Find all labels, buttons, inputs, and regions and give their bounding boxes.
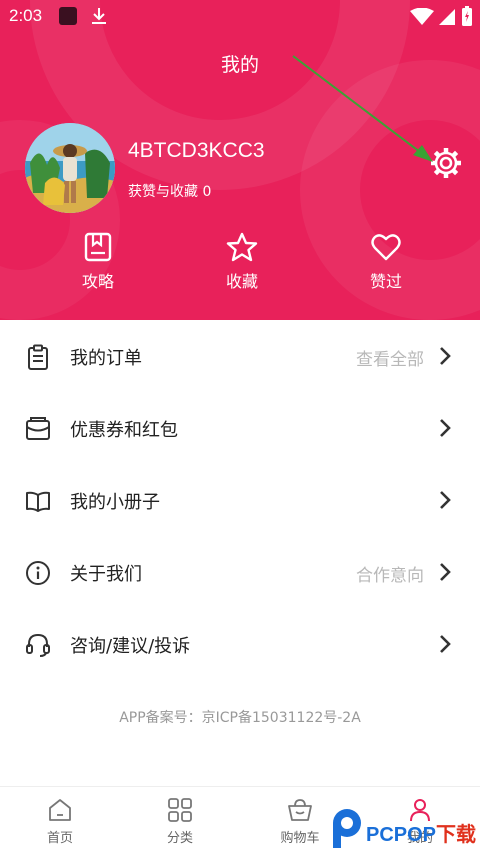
order-clipboard-icon	[28, 344, 48, 370]
tab-categories[interactable]: 分类	[120, 797, 240, 846]
menu-item-orders[interactable]: 我的订单 查看全部	[0, 320, 480, 392]
info-icon	[26, 561, 50, 585]
chevron-right-icon	[440, 491, 451, 509]
home-icon	[49, 799, 71, 821]
tab-label: 首页	[46, 831, 73, 846]
menu-item-feedback[interactable]: 咨询/建议/投诉	[0, 608, 480, 680]
open-book-icon	[26, 491, 50, 512]
menu-item-label: 我的订单	[70, 348, 142, 369]
watermark-download-text: 下载	[436, 824, 477, 846]
menu-item-coupons[interactable]: 优惠券和红包	[0, 392, 480, 464]
grid-icon	[168, 798, 192, 822]
chevron-right-icon	[440, 635, 451, 653]
annotation-arrow	[292, 55, 433, 162]
menu-item-booklets[interactable]: 我的小册子	[0, 464, 480, 536]
menu-item-label: 咨询/建议/投诉	[70, 636, 191, 657]
menu-item-label: 我的小册子	[70, 492, 160, 513]
basket-icon	[288, 799, 312, 821]
tab-label: 分类	[166, 831, 193, 846]
menu-item-label: 关于我们	[70, 564, 142, 585]
tab-home[interactable]: 首页	[0, 797, 120, 846]
watermark-p-icon	[333, 809, 361, 848]
icp-filing-number: APP备案号：京ICP备15031122号-2A	[119, 710, 361, 726]
watermark-logo: PCPOP下载	[330, 806, 480, 851]
headset-icon	[26, 633, 50, 657]
watermark-text: PCPOP	[366, 824, 437, 846]
menu-list: 我的订单 查看全部 优惠券和红包 我的小册子 关于我们 合作意向 咨询/建议/投…	[0, 320, 480, 680]
chevron-right-icon	[440, 563, 451, 581]
chevron-right-icon	[440, 347, 451, 365]
coupon-envelope-icon	[26, 417, 50, 440]
chevron-right-icon	[440, 419, 451, 437]
cooperation-link[interactable]: 合作意向	[356, 561, 424, 586]
menu-item-label: 优惠券和红包	[70, 420, 178, 441]
menu-item-about-us[interactable]: 关于我们 合作意向	[0, 536, 480, 608]
view-all-link[interactable]: 查看全部	[356, 345, 424, 370]
